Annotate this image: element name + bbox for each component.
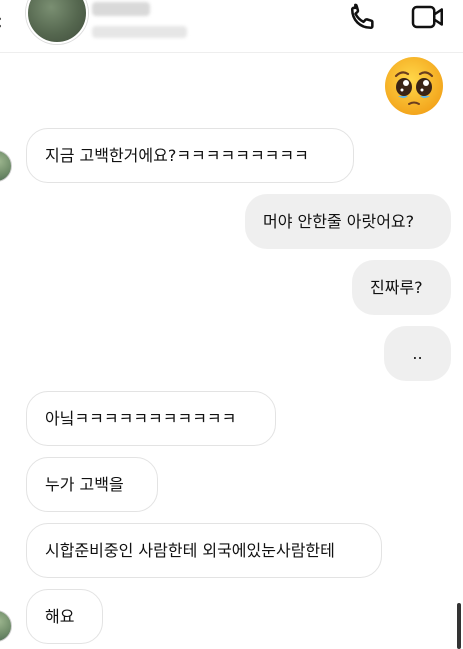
chat-header: ‹ — [0, 0, 463, 53]
message-incoming[interactable]: 지금 고백한거에요?ㅋㅋㅋㅋㅋㅋㅋㅋㅋ — [26, 128, 354, 183]
message-incoming[interactable]: 아닠ㅋㅋㅋㅋㅋㅋㅋㅋㅋㅋㅋ — [26, 391, 276, 446]
message-text: 해요 — [45, 606, 75, 626]
message-text: 지금 고백한거에요?ㅋㅋㅋㅋㅋㅋㅋㅋㅋ — [45, 145, 309, 165]
video-camera-icon[interactable] — [410, 2, 446, 32]
contact-avatar[interactable] — [26, 0, 88, 44]
chevron-left-icon[interactable]: ‹ — [0, 10, 3, 35]
message-outgoing[interactable]: .. — [384, 326, 451, 381]
message-outgoing[interactable]: 진짜루? — [352, 260, 451, 315]
contact-status-blurred — [92, 26, 187, 38]
message-text: 머야 안한줄 아랏어요? — [263, 211, 415, 231]
message-text: 진짜루? — [370, 277, 423, 297]
phone-icon[interactable] — [346, 0, 380, 34]
scrollbar[interactable] — [457, 603, 461, 649]
message-text: 시합준비중인 사람한테 외국에있눈사람한테 — [45, 540, 335, 560]
message-text: 아닠ㅋㅋㅋㅋㅋㅋㅋㅋㅋㅋㅋ — [45, 408, 237, 428]
contact-avatar-small[interactable] — [0, 150, 12, 182]
contact-avatar-small[interactable] — [0, 610, 12, 642]
contact-name-blurred[interactable] — [92, 2, 150, 16]
message-incoming[interactable]: 누가 고백을 — [26, 457, 158, 512]
pleading-face-emoji-icon — [385, 57, 443, 115]
message-incoming[interactable]: 시합준비중인 사람한테 외국에있눈사람한테 — [26, 523, 382, 578]
message-text: 누가 고백을 — [45, 474, 124, 494]
message-outgoing[interactable]: 머야 안한줄 아랏어요? — [245, 194, 451, 249]
message-text: .. — [412, 343, 423, 363]
message-incoming[interactable]: 해요 — [26, 589, 103, 644]
